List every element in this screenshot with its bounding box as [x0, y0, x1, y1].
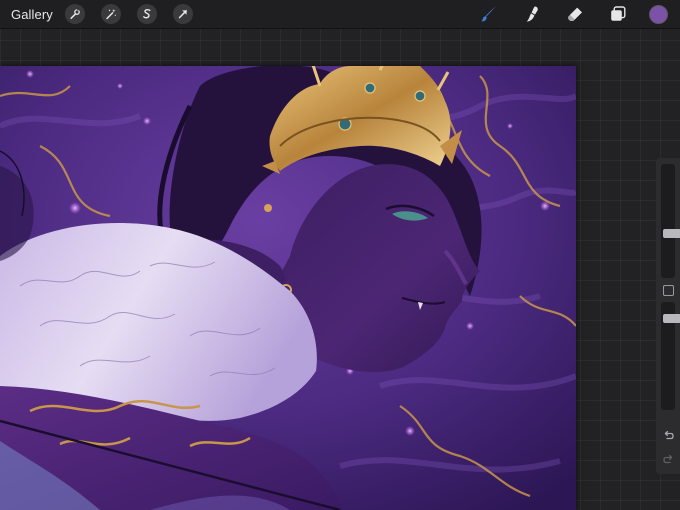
redo-icon [662, 454, 672, 463]
undo-icon [664, 430, 674, 439]
magic-wand-icon [106, 9, 116, 20]
redo-button[interactable] [661, 452, 675, 466]
smudge-tool-button[interactable] [521, 3, 543, 25]
brush-icon [481, 6, 496, 22]
transform-arrow-icon [178, 10, 187, 19]
smudge-icon [526, 6, 538, 22]
brush-tool-button[interactable] [478, 3, 500, 25]
transform-button[interactable] [172, 4, 193, 24]
top-toolbar: Gallery [0, 0, 680, 29]
eraser-icon [568, 7, 582, 21]
artwork-canvas[interactable] [0, 66, 576, 510]
layers-icon [611, 6, 626, 21]
gallery-button[interactable]: Gallery [11, 7, 53, 22]
selection-button[interactable] [136, 4, 157, 24]
toolbar-right-group [457, 0, 668, 28]
brush-size-slider[interactable] [661, 164, 680, 278]
brush-sidebar [656, 158, 680, 474]
wrench-icon [70, 8, 80, 19]
artwork-illustration [0, 66, 576, 510]
layers-button[interactable] [607, 3, 629, 25]
actions-button[interactable] [64, 4, 85, 24]
adjustments-button[interactable] [100, 4, 121, 24]
color-picker-swatch[interactable] [649, 4, 668, 24]
procreate-app: Gallery [0, 0, 680, 510]
modify-button[interactable] [663, 285, 674, 296]
brush-size-thumb[interactable] [663, 229, 680, 238]
eraser-tool-button[interactable] [564, 3, 586, 25]
brush-opacity-thumb[interactable] [663, 314, 680, 323]
selection-s-icon [142, 9, 151, 19]
brush-opacity-slider[interactable] [661, 302, 680, 410]
undo-button[interactable] [661, 428, 675, 442]
